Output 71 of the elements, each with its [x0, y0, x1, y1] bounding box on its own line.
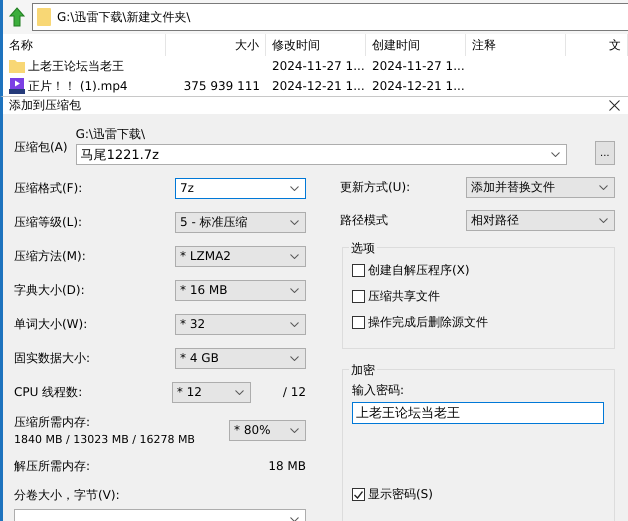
chevron-down-icon [290, 428, 299, 432]
checkbox[interactable] [352, 488, 365, 501]
setting-label: 压缩等级(L): [14, 214, 82, 230]
path-field[interactable]: G:\迅雷下载\新建文件夹\ [32, 3, 628, 31]
thread-max: / 12 [282, 385, 306, 399]
chevron-down-icon [234, 390, 244, 394]
chevron-down-icon [550, 152, 560, 157]
setting-label: 分卷大小，字节(V): [14, 486, 120, 504]
setting-label: 固实数据大小: [14, 350, 90, 366]
checkbox-label: 显示密码(S) [368, 486, 433, 503]
modified-time: 2024-12-21 1... [272, 79, 365, 93]
chevron-down-icon [290, 322, 299, 326]
up-arrow-icon[interactable] [8, 7, 26, 27]
dialog-title: 添加到压缩包 [9, 97, 81, 114]
checkbox[interactable] [352, 316, 365, 329]
setting-label: 单词大小(W): [14, 316, 88, 332]
setting-label: CPU 线程数: [14, 384, 82, 400]
browse-button[interactable]: ... [594, 141, 615, 165]
chevron-down-icon [290, 356, 299, 360]
column-header[interactable]: 注释 [466, 34, 566, 56]
decompress-memory: 18 MB [268, 459, 306, 473]
chevron-down-icon [290, 517, 299, 521]
checkbox-label: 压缩共享文件 [368, 288, 440, 305]
password-field[interactable]: 上老王论坛当老王 [352, 402, 604, 424]
chevron-down-icon [290, 220, 299, 224]
memory-usage: 1840 MB / 13023 MB / 16278 MB [14, 433, 195, 446]
group-title: 选项 [349, 240, 377, 257]
file-name[interactable]: 正片！！ (1).mp4 [28, 78, 128, 94]
setting-dropdown[interactable]: * 16 MB [175, 280, 306, 300]
archive-folder: G:\迅雷下载\ [76, 126, 146, 143]
column-header[interactable]: 创建时间 [366, 34, 466, 56]
setting-dropdown[interactable]: * 4 GB [175, 348, 306, 368]
archive-name-field[interactable]: 马尾1221.7z [76, 144, 567, 165]
file-name[interactable]: 上老王论坛当老王 [28, 58, 124, 74]
checkbox[interactable] [352, 264, 365, 277]
setting-label: 压缩方法(M): [14, 248, 86, 264]
chevron-down-icon [290, 288, 299, 292]
checkbox-label: 创建自解压程序(X) [368, 262, 470, 279]
setting-label: 字典大小(D): [14, 282, 85, 298]
chevron-down-icon [290, 186, 299, 190]
close-icon[interactable] [609, 100, 620, 111]
checkbox-label: 操作完成后删除源文件 [368, 314, 488, 331]
column-header[interactable]: 名称 [3, 34, 166, 56]
setting-label: 解压所需内存: [14, 458, 90, 474]
column-header[interactable]: 大小 [166, 34, 266, 56]
setting-dropdown[interactable]: * LZMA2 [175, 246, 306, 266]
setting-dropdown[interactable]: * 32 [175, 314, 306, 334]
chevron-down-icon [290, 254, 299, 258]
column-header[interactable]: 修改时间 [266, 34, 366, 56]
setting-dropdown[interactable]: 相对路径 [466, 210, 615, 231]
chevron-down-icon [599, 218, 608, 223]
chevron-down-icon [599, 185, 608, 190]
setting-label: 压缩格式(F): [14, 180, 82, 196]
checkbox[interactable] [352, 290, 365, 303]
archive-label: 压缩包(A) [14, 139, 68, 156]
path-text: G:\迅雷下载\新建文件夹\ [57, 8, 190, 26]
memory-dropdown[interactable]: * 80% [229, 420, 306, 440]
video-file-icon [9, 78, 25, 94]
created-time: 2024-12-21 1... [372, 79, 465, 93]
setting-dropdown[interactable]: 添加并替换文件 [466, 177, 615, 198]
file-size: 375 939 111 [184, 79, 260, 93]
setting-label: 更新方式(U): [340, 179, 410, 196]
setting-label: 压缩所需内存: [14, 414, 92, 431]
modified-time: 2024-11-27 1... [272, 59, 365, 73]
column-header[interactable]: 文 [566, 34, 628, 56]
setting-label: 路径模式 [340, 212, 388, 229]
setting-dropdown[interactable]: 7z [175, 178, 306, 198]
created-time: 2024-11-27 1... [372, 59, 465, 73]
thread-dropdown[interactable]: * 12 [172, 382, 251, 402]
setting-dropdown[interactable]: 5 - 标准压缩 [175, 212, 306, 232]
password-label: 输入密码: [352, 382, 406, 399]
